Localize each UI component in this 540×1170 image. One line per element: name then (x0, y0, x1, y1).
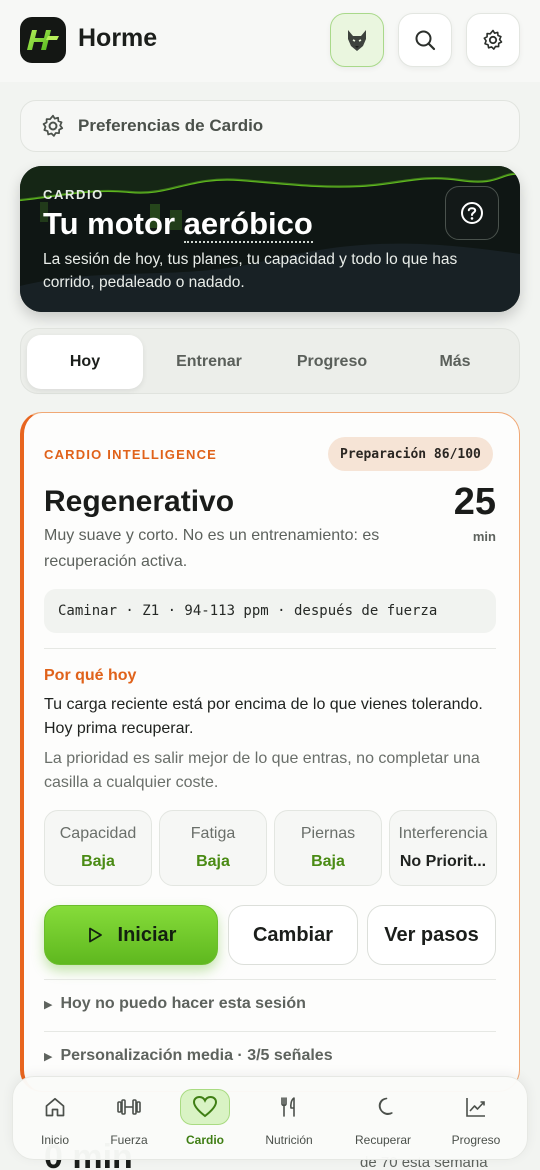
nav-label: Cardio (185, 1133, 224, 1147)
chart-icon (451, 1089, 501, 1125)
gear-icon (483, 29, 503, 50)
session-card: CARDIO INTELLIGENCE Preparación 86/100 R… (20, 412, 520, 1092)
nav-label: Fuerza (110, 1133, 148, 1147)
readiness-badge: Preparación 86/100 (328, 437, 493, 471)
nav-item-nutricion[interactable]: Nutrición (251, 1085, 327, 1153)
expander-label: Personalización media · 3/5 señales (60, 1047, 333, 1064)
dumbbell-icon (104, 1089, 154, 1125)
nav-item-inicio[interactable]: Inicio (23, 1085, 87, 1153)
view-steps-button[interactable]: Ver pasos (367, 905, 496, 965)
divider (44, 648, 496, 649)
help-button[interactable] (445, 186, 499, 240)
nav-label: Nutrición (265, 1133, 313, 1147)
expander-label: Hoy no puedo hacer esta sesión (60, 995, 306, 1012)
tab-hoy[interactable]: Hoy (27, 335, 143, 389)
session-prescription: Caminar · Z1 · 94-113 ppm · después de f… (44, 589, 496, 633)
metric-value: Baja (311, 853, 345, 870)
nav-label: Progreso (451, 1133, 501, 1147)
gear-icon (42, 114, 64, 137)
metric-label: Piernas (300, 825, 356, 842)
cardio-tabs: Hoy Entrenar Progreso Más (20, 328, 520, 394)
home-icon (30, 1089, 80, 1125)
session-subtitle: Muy suave y corto. No es un entrenamient… (44, 527, 380, 570)
cant-do-session-expander[interactable]: ▶ Hoy no puedo hacer esta sesión (44, 995, 306, 1013)
why-title: Por qué hoy (44, 667, 137, 684)
divider (44, 1031, 496, 1032)
metric-interferencia: Interferencia No Priorit... (389, 810, 497, 886)
metric-label: Fatiga (190, 825, 236, 842)
nav-label: Recuperar (354, 1133, 412, 1147)
metric-value: Baja (196, 853, 230, 870)
bottom-navigation: Inicio Fuerza Cardio Nutrición Recuperar… (12, 1076, 528, 1160)
cardio-preferences-button[interactable]: Preferencias de Cardio (20, 100, 520, 152)
nav-item-progreso[interactable]: Progreso (437, 1085, 515, 1153)
app-logo[interactable] (20, 17, 66, 63)
help-icon (461, 202, 483, 224)
nav-item-fuerza[interactable]: Fuerza (97, 1085, 161, 1153)
triangle-right-icon: ▶ (44, 1050, 53, 1063)
hero-eyebrow: CARDIO (43, 187, 104, 202)
wolf-icon (348, 30, 366, 51)
triangle-right-icon: ▶ (44, 998, 53, 1011)
nav-label: Inicio (40, 1133, 69, 1147)
why-note: La prioridad es salir mejor de lo que en… (44, 750, 480, 791)
nav-item-recuperar[interactable]: Recuperar (343, 1085, 423, 1153)
cardio-hero: CARDIO Tu motor aeróbico La sesión de ho… (20, 166, 520, 312)
hero-title-part1: Tu motor (43, 206, 184, 241)
change-button[interactable]: Cambiar (228, 905, 358, 965)
search-icon (415, 30, 436, 51)
tab-progreso[interactable]: Progreso (274, 335, 390, 389)
app-header: Horme (0, 0, 540, 82)
app-title: Horme (78, 24, 158, 52)
nav-item-cardio[interactable]: Cardio (173, 1085, 237, 1153)
hero-description: La sesión de hoy, tus planes, tu capacid… (43, 251, 458, 291)
tab-mas[interactable]: Más (397, 335, 513, 389)
personalization-expander[interactable]: ▶ Personalización media · 3/5 señales (44, 1047, 333, 1065)
tab-entrenar[interactable]: Entrenar (151, 335, 267, 389)
fork-knife-icon (264, 1089, 314, 1125)
metric-value: Baja (81, 853, 115, 870)
logo-icon (27, 30, 59, 50)
session-eyebrow: CARDIO INTELLIGENCE (44, 447, 218, 462)
metric-capacidad: Capacidad Baja (44, 810, 152, 886)
settings-button[interactable] (466, 13, 520, 67)
why-text: Tu carga reciente está por encima de lo … (44, 696, 483, 737)
divider (44, 979, 496, 980)
metric-piernas: Piernas Baja (274, 810, 382, 886)
metric-label: Interferencia (398, 825, 488, 842)
play-icon (88, 927, 102, 943)
search-button[interactable] (398, 13, 452, 67)
metric-fatiga: Fatiga Baja (159, 810, 267, 886)
session-minutes-unit: min (472, 529, 496, 544)
wolf-button[interactable] (330, 13, 384, 67)
hero-title: Tu motor aeróbico (43, 206, 313, 243)
metric-label: Capacidad (59, 825, 137, 842)
moon-icon (358, 1089, 408, 1125)
start-button[interactable]: Iniciar (44, 905, 218, 965)
preferences-label: Preferencias de Cardio (78, 116, 264, 135)
metric-value: No Priorit... (399, 853, 487, 870)
hero-title-part2[interactable]: aeróbico (183, 206, 313, 243)
session-title: Regenerativo (44, 485, 235, 518)
start-label: Iniciar (117, 923, 177, 946)
heart-icon (180, 1089, 230, 1125)
session-minutes: 25 (453, 481, 496, 523)
